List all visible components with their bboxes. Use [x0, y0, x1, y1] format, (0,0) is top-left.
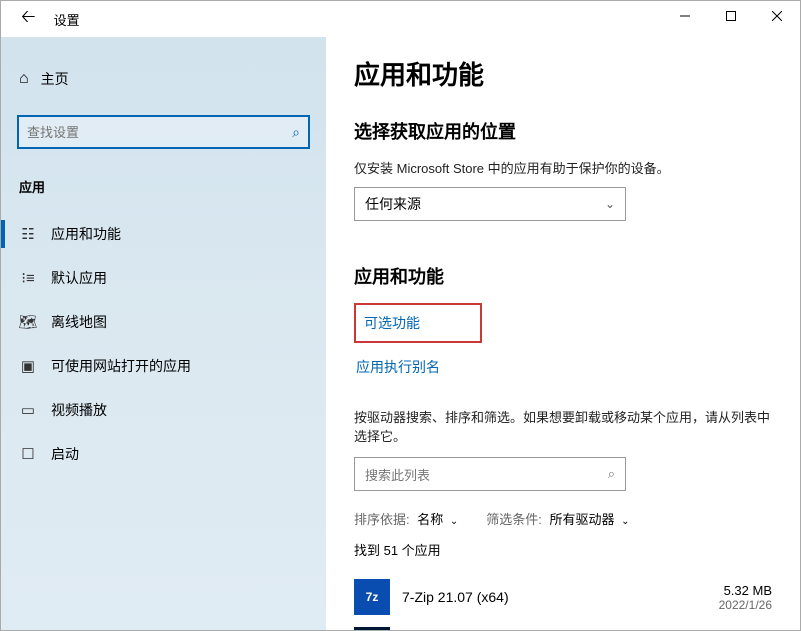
found-count: 找到 51 个应用: [354, 540, 772, 559]
back-button[interactable]: 🡠: [21, 4, 36, 34]
app-row[interactable]: Ps Adobe Photoshop 2020 2.37 GB: [354, 621, 772, 630]
website-icon: ▣: [19, 357, 37, 375]
optional-features-highlight: 可选功能: [354, 303, 482, 343]
category-label: 应用: [1, 171, 326, 212]
nav-label: 默认应用: [51, 268, 107, 288]
filter-control[interactable]: 筛选条件: 所有驱动器 ⌄: [486, 509, 629, 528]
nav-label: 视频播放: [51, 400, 107, 420]
source-subtext: 仅安装 Microsoft Store 中的应用有助于保护你的设备。: [354, 158, 772, 177]
main-content: 应用和功能 选择获取应用的位置 仅安装 Microsoft Store 中的应用…: [326, 37, 800, 630]
source-section-title: 选择获取应用的位置: [354, 118, 772, 144]
chevron-down-icon: ⌄: [605, 197, 615, 211]
sort-value: 名称: [417, 512, 443, 527]
search-input[interactable]: [27, 125, 292, 140]
filter-label: 筛选条件:: [486, 512, 542, 527]
home-icon: ⌂: [19, 70, 29, 88]
search-box[interactable]: ⌕: [17, 115, 310, 149]
chevron-down-icon: ⌄: [621, 516, 629, 527]
nav-label: 可使用网站打开的应用: [51, 356, 191, 376]
nav-offline-maps[interactable]: 🗺 离线地图: [1, 300, 326, 344]
filter-value: 所有驱动器: [550, 512, 615, 527]
app-icon-photoshop: Ps: [354, 627, 390, 630]
close-button[interactable]: [754, 1, 800, 31]
sidebar: ⌂ 主页 ⌕ 应用 ☷ 应用和功能 ⁝≡ 默认应用 🗺 离线地图 ▣ 可使用网站…: [1, 37, 326, 630]
apps-search-box[interactable]: 搜索此列表 ⌕: [354, 457, 626, 491]
nav-apps-features[interactable]: ☷ 应用和功能: [1, 212, 326, 256]
apps-section-title: 应用和功能: [354, 263, 772, 289]
minimize-button[interactable]: [662, 1, 708, 31]
search-icon: ⌕: [608, 466, 615, 482]
list-icon: ☷: [19, 225, 37, 243]
apps-subtext: 按驱动器搜索、排序和筛选。如果想要卸载或移动某个应用，请从列表中选择它。: [354, 407, 772, 445]
defaults-icon: ⁝≡: [19, 269, 37, 287]
nav-video-playback[interactable]: ▭ 视频播放: [1, 388, 326, 432]
chevron-down-icon: ⌄: [450, 516, 458, 527]
maximize-button[interactable]: [708, 1, 754, 31]
startup-icon: ☐: [19, 445, 37, 463]
nav-startup[interactable]: ☐ 启动: [1, 432, 326, 476]
sort-label: 排序依据:: [354, 512, 410, 527]
app-execution-aliases-link[interactable]: 应用执行别名: [354, 353, 442, 381]
optional-features-link[interactable]: 可选功能: [364, 313, 420, 333]
sort-filter-row: 排序依据: 名称 ⌄ 筛选条件: 所有驱动器 ⌄: [354, 509, 772, 528]
nav-apps-for-websites[interactable]: ▣ 可使用网站打开的应用: [1, 344, 326, 388]
page-heading: 应用和功能: [354, 55, 772, 92]
app-row[interactable]: 7z 7-Zip 21.07 (x64) 5.32 MB 2022/1/26: [354, 573, 772, 621]
nav-label: 启动: [51, 444, 79, 464]
app-date: 2022/1/26: [719, 598, 772, 612]
nav-default-apps[interactable]: ⁝≡ 默认应用: [1, 256, 326, 300]
video-icon: ▭: [19, 401, 37, 419]
app-icon-7zip: 7z: [354, 579, 390, 615]
home-label: 主页: [41, 69, 69, 89]
dropdown-value: 任何来源: [365, 194, 421, 214]
search-icon: ⌕: [292, 124, 300, 141]
titlebar: 🡠 设置: [1, 1, 800, 37]
source-dropdown[interactable]: 任何来源 ⌄: [354, 187, 626, 221]
app-name: 7-Zip 21.07 (x64): [402, 589, 707, 605]
apps-search-placeholder: 搜索此列表: [365, 465, 430, 484]
nav-label: 应用和功能: [51, 224, 121, 244]
nav-label: 离线地图: [51, 312, 107, 332]
sort-control[interactable]: 排序依据: 名称 ⌄: [354, 509, 458, 528]
app-size: 5.32 MB: [724, 583, 772, 598]
map-icon: 🗺: [19, 313, 37, 331]
home-button[interactable]: ⌂ 主页: [1, 61, 326, 97]
window-title: 设置: [54, 10, 80, 29]
